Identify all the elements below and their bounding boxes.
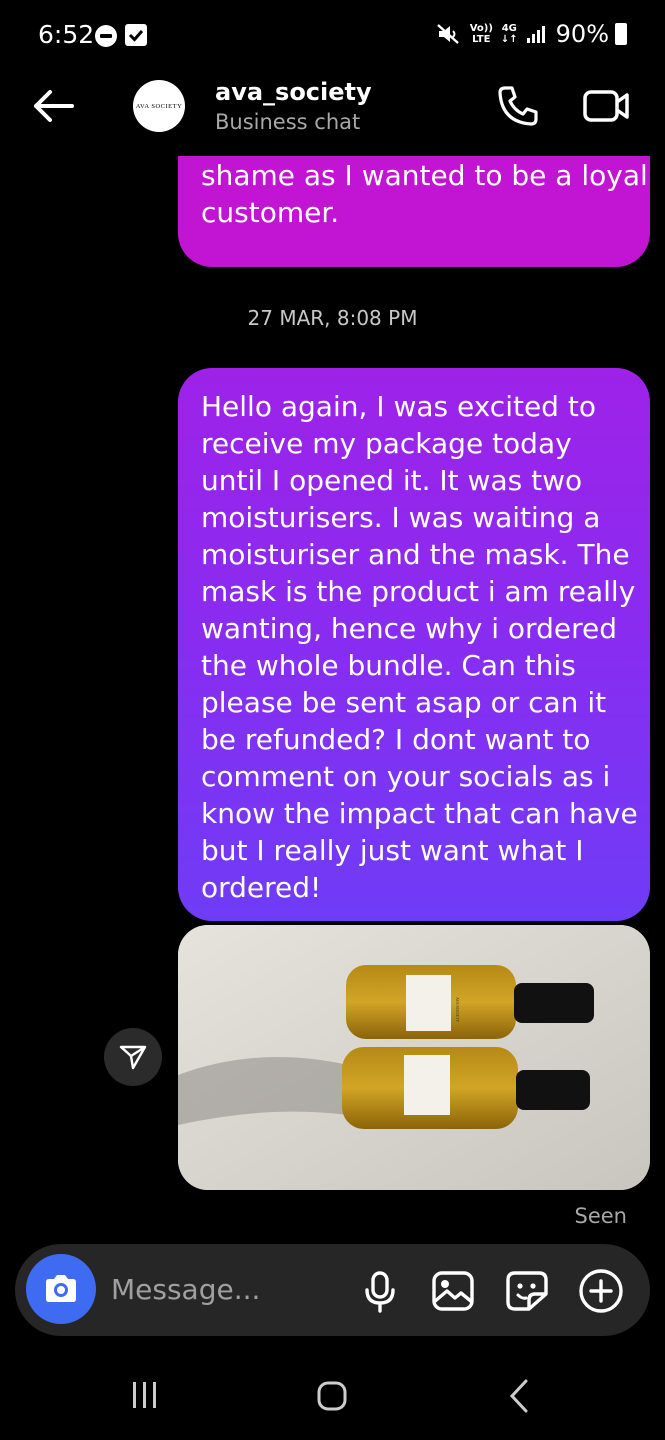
share-icon[interactable] <box>104 1028 162 1086</box>
message-text: Hello again, I was excited to receive my… <box>201 390 638 904</box>
seen-indicator: Seen <box>574 1204 627 1228</box>
plus-circle-icon[interactable] <box>578 1268 624 1314</box>
message-composer <box>15 1244 650 1336</box>
status-bar: 6:52 Vo)) LTE 4G ↓↑ 90% <box>0 0 665 70</box>
sent-photo[interactable]: AVA SOCIETY <box>178 925 650 1190</box>
sticker-icon[interactable] <box>505 1270 549 1312</box>
status-time: 6:52 <box>38 20 95 49</box>
back-arrow-icon[interactable] <box>28 86 78 126</box>
signal-icon <box>526 26 545 43</box>
microphone-icon[interactable] <box>360 1270 400 1314</box>
camera-icon <box>46 1275 76 1302</box>
do-not-disturb-icon <box>95 25 117 47</box>
phone-icon[interactable] <box>496 84 540 128</box>
checkbox-notification-icon <box>125 24 147 46</box>
nav-back-icon[interactable] <box>508 1379 530 1413</box>
message-input[interactable] <box>111 1266 331 1312</box>
home-icon[interactable] <box>317 1381 347 1411</box>
network-type: 4G ↓↑ <box>500 23 518 45</box>
message-timestamp: 27 MAR, 8:08 PM <box>247 306 418 330</box>
paper-plane-icon <box>119 1045 147 1070</box>
battery-icon <box>615 23 627 45</box>
photo-label: AVA SOCIETY <box>455 997 460 1022</box>
video-camera-icon[interactable] <box>582 86 630 126</box>
camera-button[interactable] <box>26 1254 96 1324</box>
volte-indicator: Vo)) LTE <box>469 23 493 45</box>
contact-name[interactable]: ava_society <box>215 78 372 106</box>
moisturiser-bottles-image: AVA SOCIETY <box>178 925 650 1190</box>
contact-subtitle: Business chat <box>215 110 361 134</box>
system-nav-bar <box>0 1350 665 1440</box>
recent-apps-icon[interactable] <box>130 1380 160 1410</box>
gallery-icon[interactable] <box>431 1270 475 1312</box>
avatar[interactable]: AVA SOCIETY <box>133 80 185 132</box>
chat-header: AVA SOCIETY ava_society Business chat <box>0 70 665 156</box>
mute-icon <box>436 24 459 44</box>
avatar-text: AVA SOCIETY <box>135 102 183 110</box>
status-right-group: Vo)) LTE 4G ↓↑ 90% <box>436 20 627 48</box>
sent-message-bubble[interactable]: Hello again, I was excited to receive my… <box>178 368 650 921</box>
battery-percent: 90% <box>555 20 609 48</box>
